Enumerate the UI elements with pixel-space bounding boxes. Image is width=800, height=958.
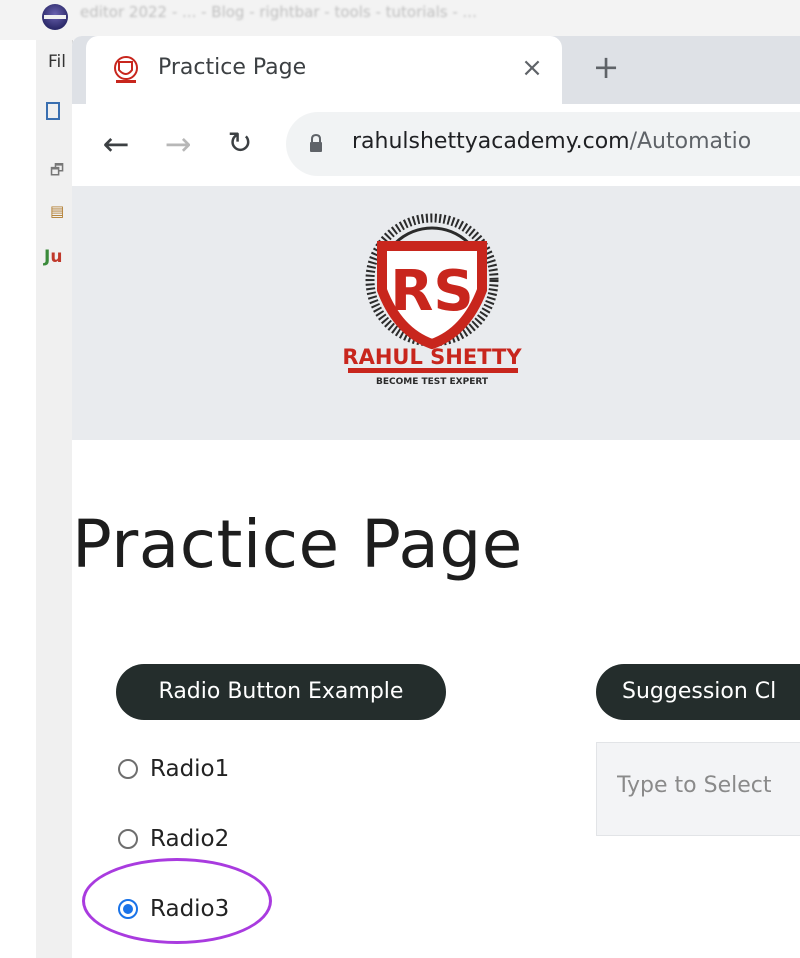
hierarchy-icon[interactable]: ▤ (50, 202, 64, 220)
lock-icon[interactable] (308, 132, 324, 156)
ide-menu-file[interactable]: Fil (48, 52, 66, 72)
junit-icon[interactable]: Ju (44, 247, 62, 267)
suggestion-container (596, 742, 800, 836)
radio-label[interactable]: Radio2 (150, 826, 229, 852)
annotation-highlight-ring (82, 858, 272, 944)
tab-strip: Practice Page × + (72, 36, 800, 104)
browser-window: Practice Page × + ← → ↻ rahulshettyacade… (72, 36, 800, 958)
logo-tagline: BECOME TEST EXPERT (376, 377, 489, 387)
restore-icon[interactable]: 🗗 (50, 160, 64, 185)
new-tab-button[interactable]: + (586, 48, 626, 88)
page-title: Practice Page (72, 506, 523, 583)
reload-icon[interactable]: ↻ (218, 122, 262, 166)
rahul-shetty-logo: RS RAHUL SHETTY BECOME TEST EXPERT (342, 213, 522, 387)
header-banner: RS RAHUL SHETTY BECOME TEST EXPERT (72, 186, 800, 440)
autocomplete-input[interactable] (617, 773, 800, 798)
radio-section-heading: Radio Button Example (116, 664, 446, 720)
url-text[interactable]: rahulshettyacademy.com/Automatio (352, 129, 751, 154)
close-icon[interactable]: × (514, 48, 550, 88)
url-domain: rahulshettyacademy.com (352, 129, 630, 154)
tab-title: Practice Page (158, 55, 307, 80)
ide-window-title: editor 2022 - ... - Blog - rightbar - to… (80, 3, 477, 21)
logo-monogram: RS (390, 259, 473, 324)
radio-button[interactable] (118, 829, 138, 849)
eclipse-icon (42, 4, 68, 30)
suggestion-section-heading: Suggession Cl (596, 664, 800, 720)
address-bar[interactable]: rahulshettyacademy.com/Automatio (286, 112, 800, 176)
url-path: /Automatio (629, 129, 752, 154)
window-icon[interactable] (46, 102, 60, 120)
back-arrow-icon[interactable]: ← (94, 122, 138, 166)
radio-button[interactable] (118, 759, 138, 779)
radio-label[interactable]: Radio1 (150, 756, 229, 782)
rs-logo-icon (114, 56, 138, 83)
tab-practice-page[interactable]: Practice Page × (86, 36, 562, 104)
page-content: RS RAHUL SHETTY BECOME TEST EXPERT Pract… (72, 186, 800, 958)
logo-brand: RAHUL SHETTY (342, 345, 522, 369)
forward-arrow-icon[interactable]: → (156, 122, 200, 166)
ide-titlebar: editor 2022 - ... - Blog - rightbar - to… (0, 0, 800, 40)
ide-left-toolbar: Fil 🗗 ▤ Ju (36, 40, 73, 958)
browser-toolbar: ← → ↻ rahulshettyacademy.com/Automatio (72, 104, 800, 186)
